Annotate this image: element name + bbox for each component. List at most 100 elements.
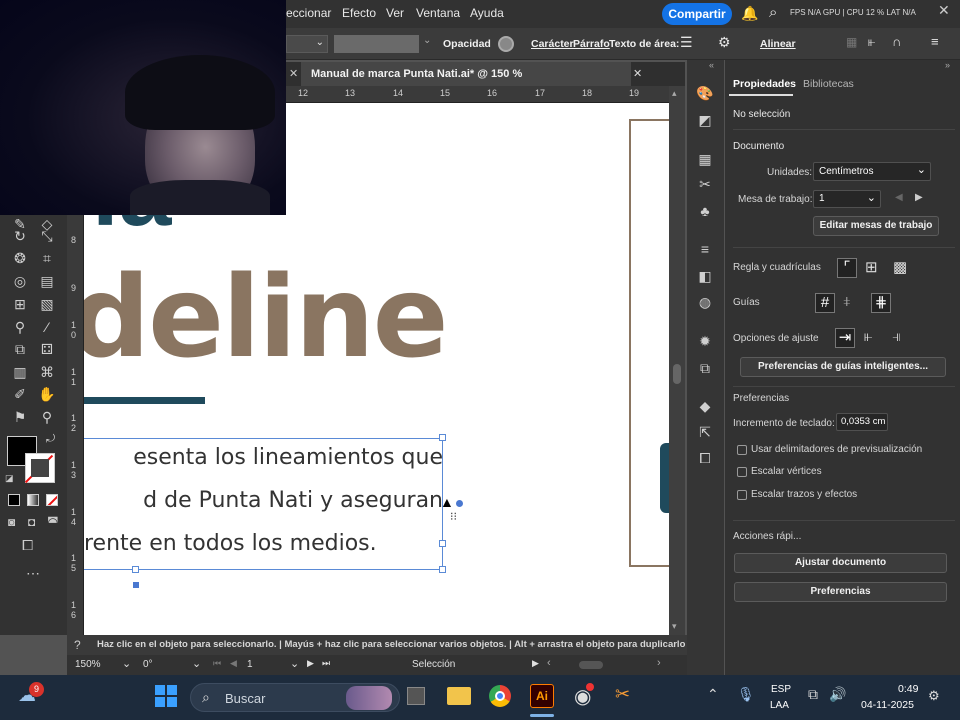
keyboard-increment-input[interactable]: 0,0353 cm [836,413,888,431]
preview-bounds-checkbox[interactable] [737,445,747,455]
next-artboard-icon[interactable]: ▶ [307,658,314,669]
tab-properties[interactable]: Propiedades [733,78,796,90]
stroke-swatch[interactable] [24,453,55,484]
zoom-tool-icon[interactable]: ⚲ [38,408,56,426]
none-mode-icon[interactable] [46,494,58,506]
transform-icon[interactable]: ⚙ [718,34,731,51]
gradient-panel-icon[interactable]: ◩ [696,111,714,129]
next-artboard-icon[interactable]: ▶ [915,192,923,203]
artboard-select[interactable]: 1 ⌄ [813,190,881,208]
menu-ayuda[interactable]: Ayuda [470,6,504,20]
more-tools-icon[interactable]: ⋯ [26,565,40,582]
selection-handle[interactable] [439,566,446,573]
character-link[interactable]: Carácter [531,38,574,50]
rotation-value[interactable]: 0° [143,659,153,670]
selection-handle[interactable] [132,566,139,573]
ruler-left[interactable]: 8 9 1 0 1 1 1 2 1 3 1 4 1 5 1 6 [67,215,84,635]
show-guides-icon[interactable]: # [815,293,835,313]
scroll-right-icon[interactable]: › [657,657,661,669]
chrome-icon[interactable] [489,685,511,707]
fit-document-button[interactable]: Ajustar documento [734,553,947,573]
chevron-up-icon[interactable]: ⌃ [707,686,719,703]
illustrator-icon[interactable]: Ai [530,684,554,708]
snap-icon[interactable]: ∩ [892,34,901,49]
scroll-up-icon[interactable]: ▴ [672,88,677,99]
vertical-scrollbar[interactable]: ▴ ▾ [669,86,685,635]
units-dropdown[interactable]: Centímetros ⌄ [813,162,931,181]
out-port[interactable] [456,500,463,507]
task-view-icon[interactable] [407,687,425,705]
transparency-icon[interactable]: ◧ [696,267,714,285]
lock-guides-icon[interactable]: ⧧ [843,293,851,310]
menu-ventana[interactable]: Ventana [416,6,460,20]
menu-icon[interactable]: ≡ [931,34,939,49]
taskbar-search[interactable]: ⌕ Buscar [190,683,400,712]
slice-tool-icon[interactable]: ✐ [11,385,29,403]
scroll-thumb[interactable] [673,364,681,384]
bell-icon[interactable]: 🔔 [741,5,758,22]
eyedropper-icon[interactable]: ⚲ [11,318,29,336]
artboard-tool-icon[interactable]: ⌘ [38,363,56,381]
tool-menu-icon[interactable]: ▶ [532,658,539,669]
gradient-tool-icon[interactable]: ▧ [38,295,56,313]
screen-mode-icon[interactable]: ⧠ [22,537,33,554]
scale-strokes-checkbox[interactable] [737,490,747,500]
shape-builder-icon[interactable]: ◎ [11,272,29,290]
clock-date[interactable]: 04-11-2025 [861,699,914,711]
palette-icon[interactable]: 🎨 [696,84,714,102]
selection-handle[interactable] [439,540,446,547]
collapse-icon[interactable]: « [709,60,714,70]
brushes-icon[interactable]: ✂ [696,175,714,193]
smart-guides-icon[interactable]: ⋕ [871,293,891,313]
volume-icon[interactable]: 🔊 [829,686,846,703]
chevron-down-icon[interactable]: ⌄ [290,657,299,670]
close-document-icon[interactable]: ✕ [633,67,642,80]
stroke-panel-icon[interactable]: ≡ [696,240,714,258]
tab-libraries[interactable]: Bibliotecas [803,78,854,90]
rotate-tool-icon[interactable]: ↻ [11,227,29,245]
help-icon[interactable]: ? [74,635,81,655]
document-tab[interactable]: Manual de marca Punta Nati.ai* @ 150 % (… [301,62,631,104]
print-tiling-icon[interactable]: ⚑ [11,408,29,426]
edit-artboards-button[interactable]: Editar mesas de trabajo [813,216,939,236]
color-mode-icon[interactable] [8,494,20,506]
export-icon[interactable]: ⧉ [696,359,714,377]
language-code[interactable]: ESP [771,684,791,695]
scroll-down-icon[interactable]: ▾ [672,621,677,632]
search-icon[interactable]: ⌕ [769,4,777,21]
prev-artboard-icon[interactable]: ◀ [895,192,903,203]
file-explorer-icon[interactable] [447,687,471,705]
text-thread-port[interactable] [133,582,139,588]
snipping-tool-icon[interactable]: ✂ [615,684,630,705]
selection-handle[interactable] [439,434,446,441]
zoom-level[interactable]: 150% [75,659,101,670]
ruler-toggle-icon[interactable]: ⌜ [837,258,857,278]
free-transform-icon[interactable]: ⌗ [38,249,56,267]
clock-time[interactable]: 0:49 [898,683,918,695]
first-artboard-icon[interactable]: ⏮ [213,658,221,669]
menu-ver[interactable]: Ver [386,6,404,20]
recolor-icon[interactable] [498,36,514,52]
network-icon[interactable]: ⧉ [808,686,818,703]
swap-colors-icon[interactable]: ⤾ [46,433,55,446]
stroke-dropdown[interactable]: ⌄ [286,35,328,53]
chevron-down-icon[interactable]: ⌄ [122,657,131,670]
external-link-icon[interactable]: ⇱ [696,423,714,441]
horizontal-scroll-thumb[interactable] [579,661,603,669]
draw-normal-icon[interactable]: ◙ [8,515,15,529]
align-text-icon[interactable]: ☰ [680,34,693,51]
distribute-icon[interactable]: ⫦ [868,34,875,50]
grid-icon[interactable]: ⊞ [865,258,878,276]
expand-icon[interactable]: » [945,60,950,70]
scale-tool-icon[interactable]: ⤡ [38,227,56,245]
smart-guides-preferences-button[interactable]: Preferencias de guías inteligentes... [740,357,946,377]
draw-inside-icon[interactable]: ◚ [47,515,59,529]
mesh-tool-icon[interactable]: ⊞ [11,295,29,313]
text-frame-selection[interactable] [84,438,443,570]
style-swatch[interactable] [334,35,419,53]
blend-tool-icon[interactable]: ⧉ [11,340,29,358]
chevron-down-icon[interactable]: ⌄ [192,657,201,670]
transparency-grid-icon[interactable]: ▩ [893,258,907,276]
swatches-icon[interactable]: ▦ [696,150,714,168]
graph-tool-icon[interactable]: ▥ [11,363,29,381]
